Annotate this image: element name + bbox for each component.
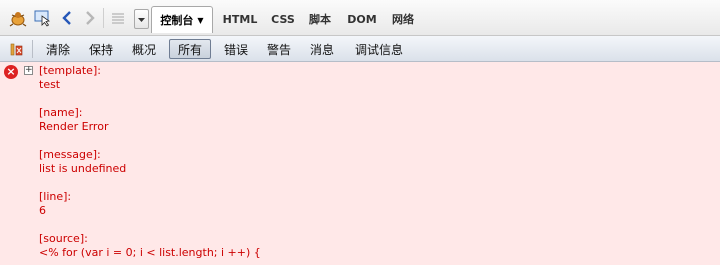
tab-console-label: 控制台 (160, 14, 194, 27)
toolbar-separator (103, 8, 104, 28)
filter-info-button[interactable]: 消息 (306, 39, 338, 59)
filter-errors-button[interactable]: 错误 (220, 39, 252, 59)
back-icon[interactable] (60, 9, 74, 27)
clear-button[interactable]: 清除 (42, 39, 74, 59)
error-icon: × (4, 65, 18, 79)
firebug-icon[interactable] (8, 9, 28, 27)
tab-net[interactable]: 网络 (390, 11, 416, 27)
inspect-icon[interactable] (33, 9, 53, 27)
expand-toggle-icon[interactable]: + (24, 66, 33, 75)
clear-console-icon[interactable] (8, 39, 26, 59)
filter-warnings-button[interactable]: 警告 (263, 39, 295, 59)
tab-console[interactable]: 控制台 ▼ (151, 6, 213, 33)
error-message: [template]: test [name]: Render Error [m… (39, 64, 261, 259)
persist-button[interactable]: 保持 (85, 39, 117, 59)
filter-debug-button[interactable]: 调试信息 (349, 39, 409, 59)
tab-script[interactable]: 脚本 (307, 11, 333, 27)
profile-button[interactable]: 概况 (128, 39, 160, 59)
forward-icon[interactable] (83, 9, 97, 27)
filter-separator (32, 40, 33, 58)
list-icon[interactable] (110, 10, 126, 26)
tab-css[interactable]: CSS (270, 11, 296, 27)
dropdown-mini-icon[interactable] (134, 9, 149, 29)
chevron-down-icon: ▼ (197, 15, 204, 25)
console-log: × + [template]: test [name]: Render Erro… (0, 62, 720, 265)
console-filter-bar: 清除 保持 概况 所有 错误 警告 消息 调试信息 (0, 36, 720, 62)
tab-dom[interactable]: DOM (347, 11, 377, 27)
filter-all-button[interactable]: 所有 (169, 39, 211, 59)
tab-html[interactable]: HTML (223, 11, 258, 27)
devtools-toolbar: 控制台 ▼ HTML CSS 脚本 DOM 网络 (0, 0, 720, 36)
